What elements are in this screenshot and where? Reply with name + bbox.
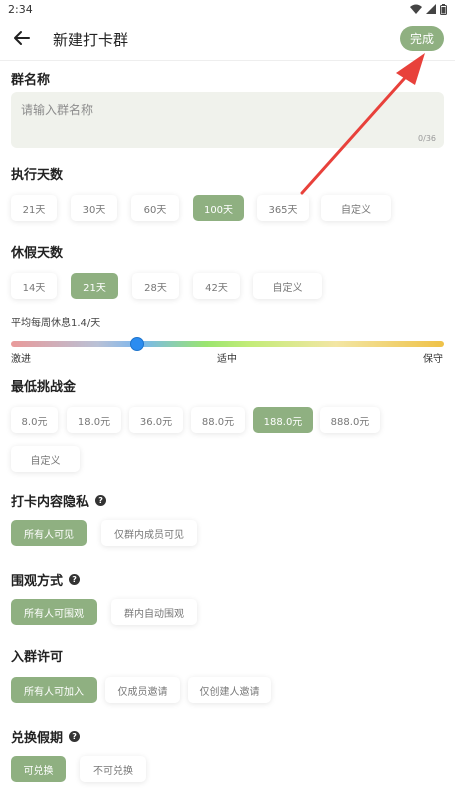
privacy-section-title: 打卡内容隐私 ? [11, 491, 107, 510]
battery-icon [440, 3, 447, 15]
deposit-option-selected[interactable]: 188.0元 [253, 407, 313, 433]
header-divider [0, 60, 455, 61]
min-deposit-label: 最低挑战金 [11, 380, 77, 395]
watch-mode-option[interactable]: 群内自动围观 [111, 599, 197, 625]
privacy-option[interactable]: 仅群内成员可见 [101, 520, 197, 546]
privacy-label: 打卡内容隐私 [11, 495, 90, 510]
rest-days-label: 休假天数 [11, 246, 64, 261]
slider-label-conservative: 保守 [423, 354, 443, 365]
deposit-custom[interactable]: 自定义 [11, 446, 80, 472]
help-icon[interactable]: ? [69, 731, 81, 742]
rest-days-option-selected[interactable]: 21天 [71, 273, 118, 299]
back-arrow-icon[interactable] [12, 28, 32, 48]
page-title: 新建打卡群 [53, 31, 129, 49]
exec-days-custom[interactable]: 自定义 [321, 195, 391, 221]
wifi-icon [410, 4, 422, 14]
weekly-rest-average: 平均每周休息1.4/天 [11, 318, 101, 329]
join-option[interactable]: 仅创建人邀请 [188, 677, 271, 703]
exec-days-option[interactable]: 365天 [257, 195, 309, 221]
slider-label-aggressive: 激进 [11, 354, 31, 365]
exec-days-option[interactable]: 21天 [11, 195, 57, 221]
group-name-input[interactable]: 请输入群名称 0/36 [11, 92, 444, 148]
watch-mode-option-selected[interactable]: 所有人可围观 [11, 599, 97, 625]
rest-days-option[interactable]: 42天 [193, 273, 240, 299]
status-time: 2:34 [8, 2, 33, 16]
deposit-option[interactable]: 8.0元 [11, 407, 58, 433]
deposit-option[interactable]: 36.0元 [129, 407, 183, 433]
rest-level-slider-thumb[interactable] [129, 337, 144, 351]
signal-icon [426, 4, 436, 14]
watch-mode-label: 围观方式 [11, 574, 64, 589]
deposit-option[interactable]: 888.0元 [320, 407, 380, 433]
rest-days-custom[interactable]: 自定义 [253, 273, 322, 299]
exchange-leave-label: 兑换假期 [11, 731, 64, 746]
exec-days-option[interactable]: 30天 [71, 195, 117, 221]
group-name-placeholder: 请输入群名称 [21, 103, 94, 117]
rest-days-option[interactable]: 14天 [11, 273, 57, 299]
rest-level-slider[interactable] [11, 341, 444, 347]
deposit-option[interactable]: 18.0元 [67, 407, 121, 433]
exec-days-label: 执行天数 [11, 168, 64, 183]
help-icon[interactable]: ? [69, 574, 81, 585]
exec-days-option-selected[interactable]: 100天 [193, 195, 244, 221]
privacy-option-selected[interactable]: 所有人可见 [11, 520, 87, 546]
exec-days-option[interactable]: 60天 [131, 195, 179, 221]
group-name-counter: 0/36 [418, 134, 436, 143]
join-option[interactable]: 仅成员邀请 [105, 677, 180, 703]
slider-label-moderate: 适中 [217, 354, 237, 365]
exchange-leave-section-title: 兑换假期 ? [11, 727, 81, 746]
watch-mode-section-title: 围观方式 ? [11, 570, 81, 589]
deposit-option[interactable]: 88.0元 [191, 407, 245, 433]
app-bar: 新建打卡群 完成 [0, 18, 455, 60]
rest-days-option[interactable]: 28天 [132, 273, 179, 299]
exchange-option-selected[interactable]: 可兑换 [11, 756, 66, 782]
group-name-label: 群名称 [11, 73, 51, 88]
exchange-option[interactable]: 不可兑换 [80, 756, 146, 782]
join-permission-label: 入群许可 [11, 650, 64, 665]
join-option-selected[interactable]: 所有人可加入 [11, 677, 97, 703]
help-icon[interactable]: ? [95, 495, 107, 506]
done-button[interactable]: 完成 [400, 26, 444, 51]
status-bar: 2:34 [0, 0, 455, 18]
